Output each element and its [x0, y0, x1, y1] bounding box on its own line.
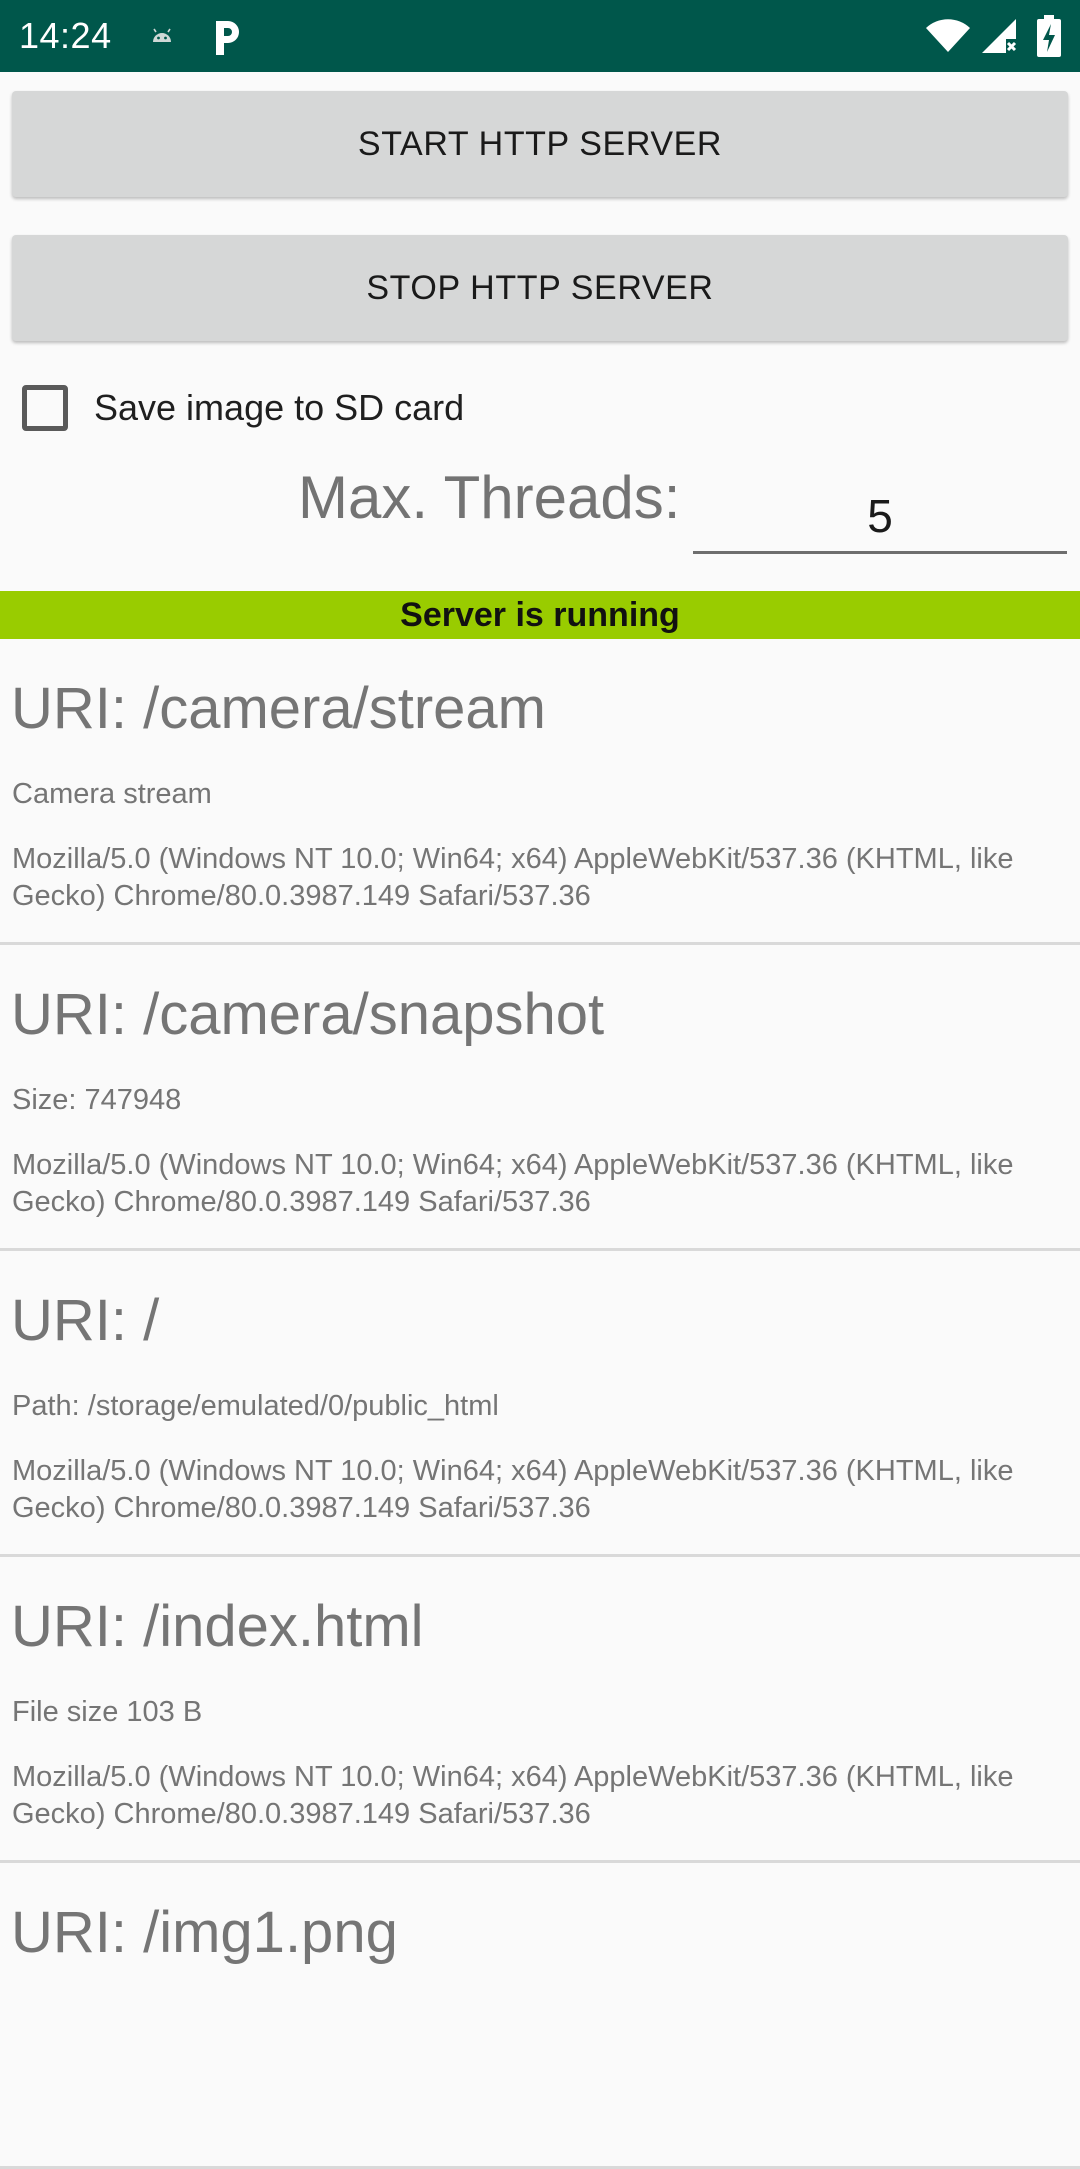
- list-item[interactable]: URI: /img1.png: [0, 1863, 1080, 2169]
- p-notification-icon: [216, 21, 239, 55]
- save-image-checkbox[interactable]: [22, 385, 68, 431]
- request-info: Size: 747948: [12, 1084, 182, 1116]
- list-item[interactable]: URI: / Path: /storage/emulated/0/public_…: [0, 1251, 1080, 1557]
- request-info: File size 103 B: [12, 1696, 203, 1728]
- request-info: Camera stream: [12, 778, 212, 810]
- save-image-checkbox-label[interactable]: Save image to SD card: [94, 387, 464, 429]
- request-user-agent: Mozilla/5.0 (Windows NT 10.0; Win64; x64…: [12, 1761, 1014, 1830]
- server-status-text: Server is running: [400, 595, 680, 634]
- request-uri: URI: /camera/snapshot: [11, 982, 605, 1047]
- request-info: Path: /storage/emulated/0/public_html: [12, 1390, 499, 1422]
- request-uri: URI: /img1.png: [11, 1900, 398, 1965]
- request-list[interactable]: URI: /camera/stream Camera stream Mozill…: [0, 639, 1080, 2169]
- request-user-agent: Mozilla/5.0 (Windows NT 10.0; Win64; x64…: [12, 1149, 1014, 1218]
- request-uri: URI: /: [11, 1288, 160, 1353]
- list-item[interactable]: URI: /camera/snapshot Size: 747948 Mozil…: [0, 945, 1080, 1251]
- wifi-icon: [926, 19, 970, 52]
- server-status-banner: Server is running: [0, 591, 1080, 639]
- list-item[interactable]: URI: /camera/stream Camera stream Mozill…: [0, 639, 1080, 945]
- max-threads-label: Max. Threads:: [298, 464, 681, 531]
- signal-icon: [982, 19, 1017, 53]
- request-uri: URI: /camera/stream: [11, 676, 546, 741]
- android-notification-icon: [153, 28, 171, 42]
- start-http-server-button[interactable]: START HTTP SERVER: [12, 91, 1068, 197]
- stop-http-server-button[interactable]: STOP HTTP SERVER: [12, 235, 1068, 341]
- request-uri: URI: /index.html: [11, 1594, 424, 1659]
- save-image-checkbox-row[interactable]: Save image to SD card: [20, 380, 464, 436]
- status-bar: 14:24: [0, 0, 1080, 72]
- request-user-agent: Mozilla/5.0 (Windows NT 10.0; Win64; x64…: [12, 1455, 1014, 1524]
- battery-charging-icon: [1037, 15, 1061, 57]
- list-item[interactable]: URI: /index.html File size 103 B Mozilla…: [0, 1557, 1080, 1863]
- request-user-agent: Mozilla/5.0 (Windows NT 10.0; Win64; x64…: [12, 843, 1014, 912]
- max-threads-input[interactable]: [693, 480, 1067, 554]
- status-time: 14:24: [19, 15, 112, 56]
